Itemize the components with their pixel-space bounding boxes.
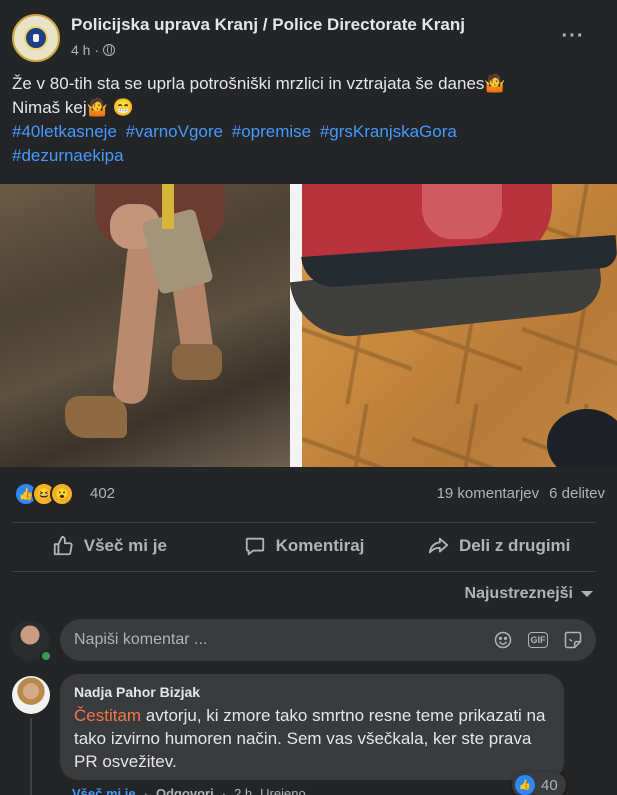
comment-button[interactable]: Komentiraj — [207, 524, 402, 568]
reaction-icons[interactable]: 👍 😆 😮 — [14, 482, 74, 506]
divider — [12, 571, 596, 572]
thumbs-up-icon — [53, 535, 73, 556]
share-label: Deli z drugimi — [458, 536, 571, 555]
action-bar: Všeč mi je Komentiraj Deli z drugimi — [12, 524, 596, 568]
commenter-avatar[interactable] — [12, 676, 50, 714]
wow-icon: 😮 — [50, 482, 74, 506]
hashtags: #40letkasneje #varnoVgore #opremise #grs… — [12, 120, 602, 144]
meta-separator: · — [94, 42, 100, 58]
boot-shape — [65, 396, 127, 438]
reactions-bar: 👍 😆 😮 402 19 komentarjev 6 delitev — [12, 480, 605, 508]
emoji-icon[interactable] — [492, 629, 514, 651]
gif-icon[interactable]: GIF — [528, 632, 548, 648]
sticker-icon[interactable] — [562, 629, 584, 651]
hashtag-link[interactable]: #opremise — [232, 122, 311, 141]
police-badge-icon — [24, 26, 48, 50]
page-name-link[interactable]: Policijska uprava Kranj / Police Directo… — [71, 15, 465, 35]
dot-separator: · — [221, 786, 227, 795]
reaction-count[interactable]: 402 — [90, 485, 115, 502]
share-count-link[interactable]: 6 delitev — [549, 485, 605, 502]
comment-input[interactable]: Napiši komentar ... GIF — [60, 619, 596, 661]
dot-separator: · — [143, 786, 148, 795]
comment-like-count: 40 — [541, 776, 558, 794]
comment-body: avtorju, ki zmore tako smrtno resne teme… — [74, 706, 546, 771]
like-button[interactable]: Všeč mi je — [12, 524, 207, 568]
comment-composer: Napiši komentar ... GIF — [10, 619, 600, 663]
post-stats: 19 komentarjev 6 delitev — [437, 485, 605, 502]
comment-highlight: Čestitam — [74, 706, 142, 725]
online-status-dot — [40, 650, 52, 662]
hashtag-link[interactable]: #grsKranjskaGora — [320, 122, 457, 141]
hashtag-link[interactable]: #dezurnaekipa — [12, 146, 124, 165]
comment-author-link[interactable]: Nadja Pahor Bizjak — [74, 684, 550, 700]
page-avatar[interactable] — [12, 14, 60, 62]
hashtag-link[interactable]: #varnoVgore — [126, 122, 223, 141]
facebook-post: Policijska uprava Kranj / Police Directo… — [0, 0, 617, 795]
sort-label: Najustreznejši — [464, 585, 573, 602]
thread-line — [30, 718, 32, 795]
photo-divider — [290, 184, 302, 467]
photo-worn-boot[interactable] — [289, 184, 617, 467]
comment-icon — [245, 537, 264, 556]
share-icon — [428, 537, 449, 554]
composer-icons: GIF — [492, 629, 584, 651]
boot-shape — [172, 344, 222, 380]
comment-bubble: Nadja Pahor Bizjak Čestitam avtorju, ki … — [60, 674, 564, 780]
globe-icon[interactable] — [103, 44, 116, 56]
like-label: Všeč mi je — [83, 536, 167, 555]
comment-time[interactable]: 2 h — [234, 786, 252, 795]
comment-edited: Urejeno — [260, 786, 306, 795]
comment-like-button[interactable]: Všeč mi je — [72, 786, 136, 795]
boot-lace-shape — [422, 184, 502, 239]
comment-placeholder: Napiši komentar ... — [74, 631, 208, 648]
comment-count-link[interactable]: 19 komentarjev — [437, 485, 540, 502]
post-text-line: Nimaš kej🤷 😁 — [12, 98, 134, 117]
post-text-line: Že v 80-tih sta se uprla potrošniški mrz… — [12, 74, 506, 93]
comment-text: Čestitam avtorju, ki zmore tako smrtno r… — [74, 704, 550, 773]
post-text: Že v 80-tih sta se uprla potrošniški mrz… — [12, 72, 602, 168]
comment-actions: Všeč mi je · Odgovori · 2 h Urejeno — [72, 786, 306, 795]
post-meta: 4 h · — [71, 42, 116, 58]
sort-comments-dropdown[interactable]: Najustreznejši — [465, 585, 593, 603]
strap-shape — [162, 184, 174, 229]
hashtag-link[interactable]: #40letkasneje — [12, 122, 117, 141]
post-header: Policijska uprava Kranj / Police Directo… — [12, 12, 605, 64]
post-time-link[interactable]: 4 h — [71, 42, 90, 58]
hashtags: #dezurnaekipa — [12, 144, 602, 168]
comment-label: Komentiraj — [275, 536, 365, 555]
share-button[interactable]: Deli z drugimi — [401, 524, 596, 568]
comment-reactions[interactable]: 👍 40 — [512, 772, 566, 795]
divider — [12, 522, 596, 523]
caret-down-icon — [581, 591, 593, 597]
post-photo[interactable] — [0, 184, 617, 467]
comment-reply-button[interactable]: Odgovori — [156, 786, 214, 795]
photo-hiker-legs[interactable] — [0, 184, 290, 467]
more-options-button[interactable]: ··· — [561, 24, 585, 48]
like-icon: 👍 — [515, 775, 535, 795]
